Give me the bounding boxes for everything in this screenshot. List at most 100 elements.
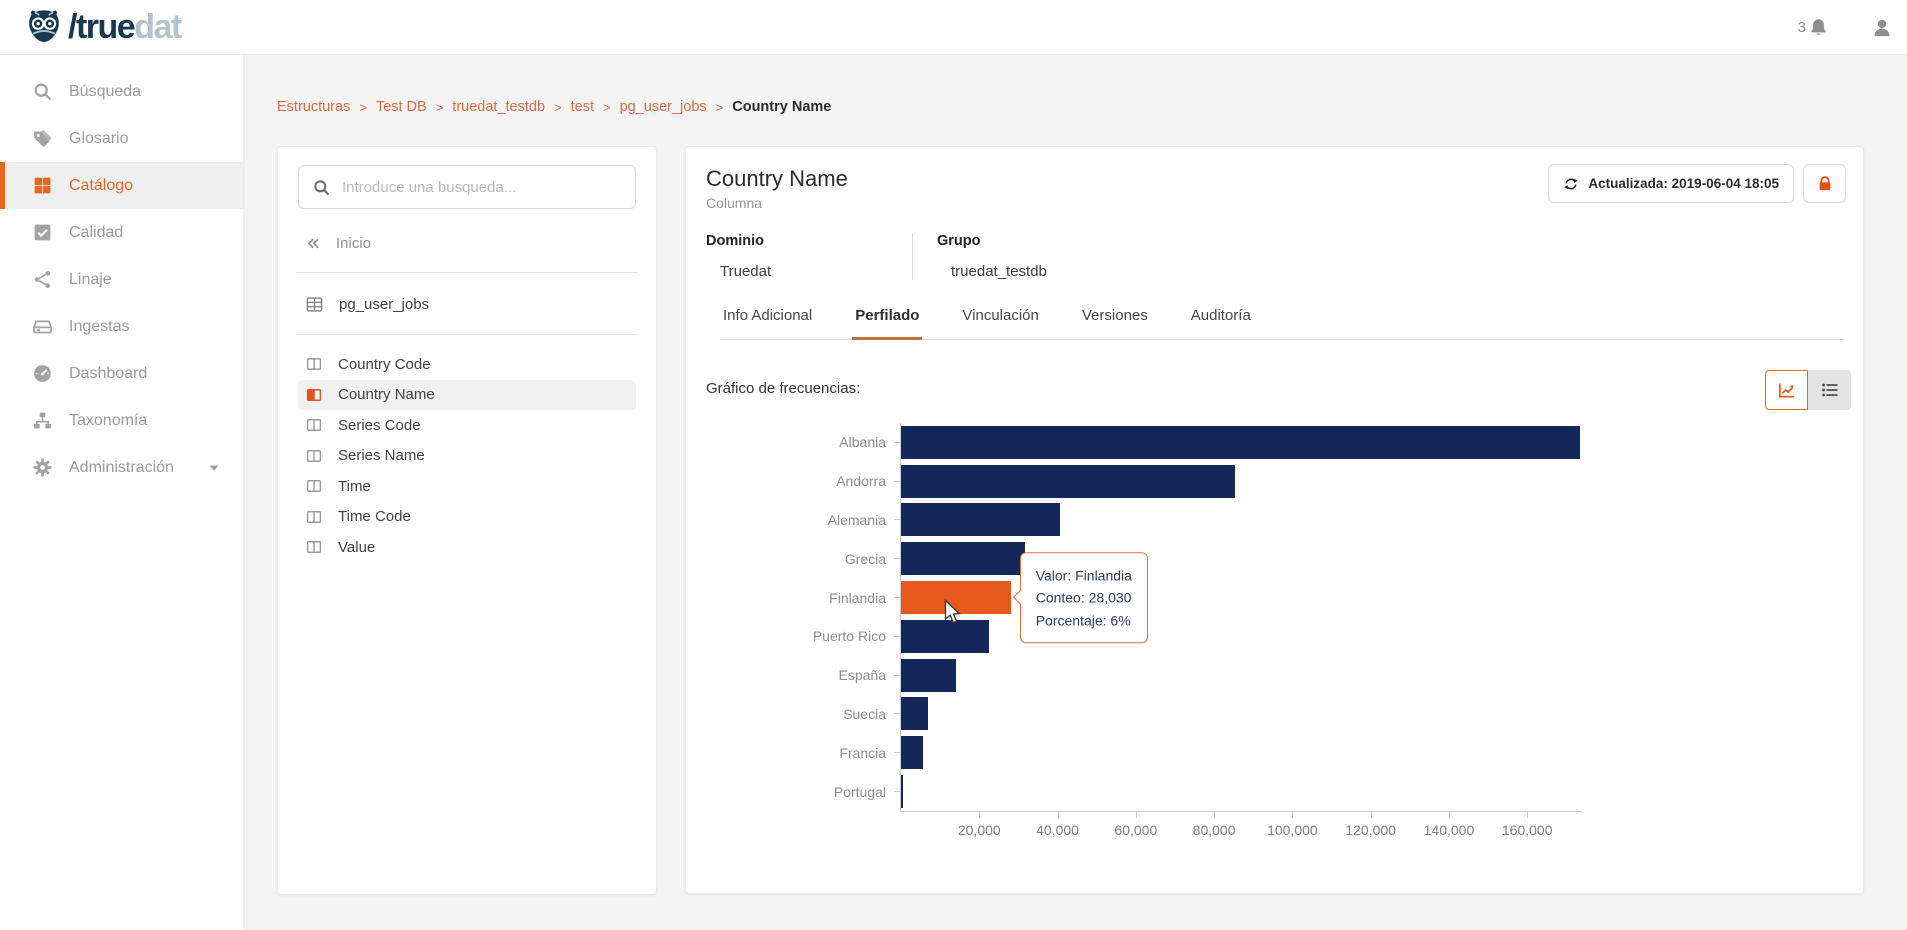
chart-row: Andorra: [718, 461, 1584, 501]
tab-perfilado[interactable]: Perfilado: [852, 307, 923, 340]
column-item-value[interactable]: Value: [298, 532, 636, 563]
chart-category-label: Francia: [839, 744, 886, 761]
gauge-icon: [31, 363, 53, 385]
lock-icon: [1816, 175, 1834, 193]
x-axis-tick: [979, 811, 981, 818]
sidebar-item-label: Dashboard: [69, 364, 148, 382]
column-icon: [305, 416, 323, 434]
chart-bar-area: [900, 772, 1584, 811]
inbox-icon: [31, 316, 53, 338]
bell-icon: [1808, 17, 1829, 38]
truedat-logo[interactable]: /truedat: [24, 7, 182, 47]
structure-search: [298, 165, 636, 209]
chart-bar-francia[interactable]: [901, 736, 923, 770]
breadcrumb-link-pg-user-jobs[interactable]: pg_user_jobs: [620, 99, 707, 115]
x-axis-tick: [1448, 811, 1450, 818]
tab-auditoria[interactable]: Auditoría: [1188, 307, 1254, 340]
tab-versiones[interactable]: Versiones: [1079, 307, 1151, 340]
breadcrumb: Estructuras > Test DB > truedat_testdb > test >…: [277, 99, 831, 115]
chart-row: Suecia: [718, 694, 1584, 734]
column-item-label: Series Code: [338, 416, 421, 434]
column-item-series-name[interactable]: Series Name: [298, 441, 636, 472]
owl-logo-icon: [24, 7, 64, 47]
tab-bar: Info Adicional Perfilado Vinculación Versio…: [720, 307, 1843, 340]
chart-bar-puerto-rico[interactable]: [901, 619, 990, 653]
sidebar-item-catalogo[interactable]: Catálogo: [0, 162, 243, 209]
user-menu-button[interactable]: [1871, 17, 1893, 39]
breadcrumb-link-truedat-testdb[interactable]: truedat_testdb: [452, 99, 545, 115]
table-item-pg-user-jobs[interactable]: pg_user_jobs: [305, 295, 636, 314]
sidebar-item-ingestas[interactable]: Ingestas: [0, 303, 243, 350]
sidebar-item-label: Catálogo: [69, 176, 134, 194]
chart-bar-area: [900, 461, 1584, 501]
domain-value: Truedat: [720, 263, 772, 280]
grid-icon: [31, 175, 53, 197]
profile-section-header: Gráfico de frecuencias:: [706, 370, 1851, 410]
share-icon: [31, 269, 53, 291]
breadcrumb-link-estructuras[interactable]: Estructuras: [277, 99, 350, 115]
line-chart-icon: [1777, 380, 1797, 400]
chart-bar-area: [900, 694, 1584, 734]
breadcrumb-separator: >: [602, 99, 611, 115]
chart-category-label: Andorra: [836, 473, 886, 490]
column-item-time-code[interactable]: Time Code: [298, 502, 636, 533]
x-axis-tick-label: 160,000: [1501, 821, 1553, 838]
chart-bar-andorra[interactable]: [901, 464, 1235, 498]
column-item-country-name[interactable]: Country Name: [298, 379, 636, 410]
notifications-button[interactable]: 3: [1798, 17, 1829, 38]
sidebar-item-glosario[interactable]: Glosario: [0, 115, 243, 162]
chart-view-button[interactable]: [1765, 370, 1808, 410]
chart-row: Francia: [718, 733, 1584, 773]
x-axis: 20,000 40,000 60,000 80,000 100,000 120,000 14…: [901, 810, 1582, 841]
search-input[interactable]: [299, 166, 635, 208]
x-axis-tick-label: 80,000: [1192, 821, 1236, 838]
breadcrumb-link-test-db[interactable]: Test DB: [376, 99, 427, 115]
tooltip-count-line: Conteo: 28,030: [1035, 589, 1132, 606]
sitemap-icon: [31, 410, 53, 432]
sidebar-item-linaje[interactable]: Linaje: [0, 256, 243, 303]
chart-row: Portugal: [718, 772, 1584, 811]
chart-section-title: Gráfico de frecuencias:: [706, 380, 861, 397]
refresh-updated-button[interactable]: Actualizada: 2019-06-04 18:05: [1548, 164, 1794, 203]
chart-bar-suecia[interactable]: [901, 697, 929, 731]
table-icon: [305, 295, 324, 314]
chart-bar-alemania[interactable]: [901, 503, 1060, 537]
breadcrumb-link-test[interactable]: test: [571, 99, 594, 115]
chart-bar-finlandia[interactable]: [901, 581, 1012, 615]
chart-bar-albania[interactable]: [901, 425, 1581, 459]
chart-category-label: Albania: [839, 434, 886, 451]
chart-bar-espana[interactable]: [901, 658, 956, 692]
chart-bar-portugal[interactable]: [901, 775, 903, 809]
sidebar-item-taxonomia[interactable]: Taxonomía: [0, 397, 243, 444]
lock-button[interactable]: [1803, 164, 1846, 203]
list-view-button[interactable]: [1808, 370, 1851, 410]
back-label: Inicio: [336, 235, 372, 252]
back-to-home[interactable]: Inicio: [305, 235, 636, 252]
column-list: Country Code Country Name Series Code Serie…: [298, 349, 636, 563]
structure-explorer-panel: Inicio pg_user_jobs Country CodeCountry …: [277, 146, 657, 895]
tooltip-value-line: Valor: Finlandia: [1035, 566, 1132, 583]
gear-icon: [31, 457, 53, 479]
column-icon: [305, 477, 323, 495]
column-item-series-code[interactable]: Series Code: [298, 410, 636, 441]
breadcrumb-separator: >: [359, 99, 367, 115]
sidebar-item-dashboard[interactable]: Dashboard: [0, 350, 243, 397]
frequency-bar-chart: Albania Andorra Alemania Grecia Finlandia Pue…: [718, 423, 1584, 841]
x-axis-tick: [1370, 811, 1372, 818]
chevron-down-icon: [207, 461, 221, 475]
sidebar-item-administracion[interactable]: Administración: [0, 444, 243, 491]
tab-vinculacion[interactable]: Vinculación: [959, 307, 1041, 340]
sidebar: Búsqueda Glosario Catálogo Calidad Linaje Ing…: [0, 55, 243, 930]
chart-category-label: Portugal: [833, 783, 886, 800]
page: /truedat 3 Búsqueda Glosario Catálogo Calid…: [0, 0, 1907, 930]
logo-text: /truedat: [68, 8, 182, 46]
chart-view-toggle: [1765, 370, 1851, 410]
column-item-country-code[interactable]: Country Code: [298, 349, 636, 380]
tab-info-adicional[interactable]: Info Adicional: [720, 307, 815, 340]
column-item-time[interactable]: Time: [298, 471, 636, 502]
sidebar-item-calidad[interactable]: Calidad: [0, 209, 243, 256]
topbar: /truedat 3: [0, 0, 1907, 55]
sidebar-item-busqueda[interactable]: Búsqueda: [0, 68, 243, 115]
chart-bar-grecia[interactable]: [901, 542, 1025, 576]
search-icon: [312, 178, 331, 197]
